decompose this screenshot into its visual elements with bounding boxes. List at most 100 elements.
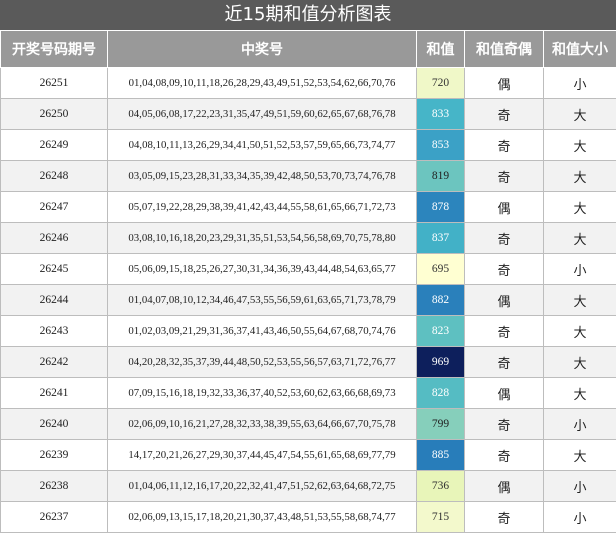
numbers-cell: 05,07,19,22,28,29,38,39,41,42,43,44,55,5… (108, 192, 417, 223)
issue-cell: 26246 (1, 223, 108, 254)
header-numbers: 中奖号 (108, 31, 417, 68)
sum-cell: 833 (417, 99, 465, 130)
issue-cell: 26251 (1, 68, 108, 99)
size-cell: 大 (544, 378, 616, 409)
sum-cell: 969 (417, 347, 465, 378)
table-row: 2625004,05,06,08,17,22,23,31,35,47,49,51… (1, 99, 616, 130)
size-cell: 大 (544, 347, 616, 378)
issue-cell: 26240 (1, 409, 108, 440)
parity-cell: 奇 (465, 440, 544, 471)
sum-cell: 837 (417, 223, 465, 254)
size-cell: 小 (544, 254, 616, 285)
table-row: 2625101,04,08,09,10,11,18,26,28,29,43,49… (1, 68, 616, 99)
size-cell: 大 (544, 130, 616, 161)
sum-cell: 720 (417, 68, 465, 99)
numbers-cell: 04,20,28,32,35,37,39,44,48,50,52,53,55,5… (108, 347, 417, 378)
parity-cell: 偶 (465, 192, 544, 223)
table-row: 2624002,06,09,10,16,21,27,28,32,33,38,39… (1, 409, 616, 440)
size-cell: 大 (544, 223, 616, 254)
numbers-cell: 07,09,15,16,18,19,32,33,36,37,40,52,53,6… (108, 378, 417, 409)
table-row: 2623914,17,20,21,26,27,29,30,37,44,45,47… (1, 440, 616, 471)
issue-cell: 26237 (1, 502, 108, 533)
sum-cell: 715 (417, 502, 465, 533)
size-cell: 大 (544, 440, 616, 471)
numbers-cell: 02,06,09,10,16,21,27,28,32,33,38,39,55,6… (108, 409, 417, 440)
table-row: 2624505,06,09,15,18,25,26,27,30,31,34,36… (1, 254, 616, 285)
size-cell: 大 (544, 316, 616, 347)
size-cell: 大 (544, 99, 616, 130)
size-cell: 大 (544, 161, 616, 192)
size-cell: 小 (544, 68, 616, 99)
chart-title: 近15期和值分析图表 (0, 0, 616, 30)
issue-cell: 26245 (1, 254, 108, 285)
parity-cell: 奇 (465, 502, 544, 533)
header-parity: 和值奇偶 (465, 31, 544, 68)
table-row: 2624904,08,10,11,13,26,29,34,41,50,51,52… (1, 130, 616, 161)
numbers-cell: 05,06,09,15,18,25,26,27,30,31,34,36,39,4… (108, 254, 417, 285)
table-row: 2624107,09,15,16,18,19,32,33,36,37,40,52… (1, 378, 616, 409)
sum-cell: 853 (417, 130, 465, 161)
table-body: 2625101,04,08,09,10,11,18,26,28,29,43,49… (1, 68, 616, 533)
parity-cell: 偶 (465, 471, 544, 502)
issue-cell: 26248 (1, 161, 108, 192)
parity-cell: 奇 (465, 316, 544, 347)
table-row: 2624705,07,19,22,28,29,38,39,41,42,43,44… (1, 192, 616, 223)
issue-cell: 26243 (1, 316, 108, 347)
issue-cell: 26250 (1, 99, 108, 130)
size-cell: 小 (544, 502, 616, 533)
sum-cell: 823 (417, 316, 465, 347)
parity-cell: 奇 (465, 99, 544, 130)
numbers-cell: 03,05,09,15,23,28,31,33,34,35,39,42,48,5… (108, 161, 417, 192)
table-row: 2624204,20,28,32,35,37,39,44,48,50,52,53… (1, 347, 616, 378)
sum-cell: 828 (417, 378, 465, 409)
issue-cell: 26241 (1, 378, 108, 409)
header-issue: 开奖号码期号 (1, 31, 108, 68)
table-row: 2624301,02,03,09,21,29,31,36,37,41,43,46… (1, 316, 616, 347)
header-sum: 和值 (417, 31, 465, 68)
sum-cell: 819 (417, 161, 465, 192)
parity-cell: 奇 (465, 347, 544, 378)
numbers-cell: 14,17,20,21,26,27,29,30,37,44,45,47,54,5… (108, 440, 417, 471)
sum-cell: 799 (417, 409, 465, 440)
sum-cell: 882 (417, 285, 465, 316)
table-row: 2623801,04,06,11,12,16,17,20,22,32,41,47… (1, 471, 616, 502)
sum-cell: 878 (417, 192, 465, 223)
size-cell: 大 (544, 192, 616, 223)
parity-cell: 奇 (465, 130, 544, 161)
parity-cell: 偶 (465, 285, 544, 316)
numbers-cell: 01,04,08,09,10,11,18,26,28,29,43,49,51,5… (108, 68, 417, 99)
numbers-cell: 02,06,09,13,15,17,18,20,21,30,37,43,48,5… (108, 502, 417, 533)
issue-cell: 26249 (1, 130, 108, 161)
issue-cell: 26247 (1, 192, 108, 223)
numbers-cell: 01,04,06,11,12,16,17,20,22,32,41,47,51,5… (108, 471, 417, 502)
parity-cell: 奇 (465, 409, 544, 440)
header-size: 和值大小 (544, 31, 616, 68)
parity-cell: 奇 (465, 223, 544, 254)
numbers-cell: 03,08,10,16,18,20,23,29,31,35,51,53,54,5… (108, 223, 417, 254)
numbers-cell: 01,02,03,09,21,29,31,36,37,41,43,46,50,5… (108, 316, 417, 347)
issue-cell: 26238 (1, 471, 108, 502)
sum-cell: 736 (417, 471, 465, 502)
parity-cell: 偶 (465, 378, 544, 409)
sum-cell: 885 (417, 440, 465, 471)
parity-cell: 奇 (465, 254, 544, 285)
parity-cell: 偶 (465, 68, 544, 99)
sum-cell: 695 (417, 254, 465, 285)
size-cell: 小 (544, 409, 616, 440)
numbers-cell: 01,04,07,08,10,12,34,46,47,53,55,56,59,6… (108, 285, 417, 316)
table-row: 2624401,04,07,08,10,12,34,46,47,53,55,56… (1, 285, 616, 316)
numbers-cell: 04,08,10,11,13,26,29,34,41,50,51,52,53,5… (108, 130, 417, 161)
table-row: 2623702,06,09,13,15,17,18,20,21,30,37,43… (1, 502, 616, 533)
numbers-cell: 04,05,06,08,17,22,23,31,35,47,49,51,59,6… (108, 99, 417, 130)
sum-analysis-table: 开奖号码期号 中奖号 和值 和值奇偶 和值大小 2625101,04,08,09… (0, 30, 616, 533)
issue-cell: 26244 (1, 285, 108, 316)
parity-cell: 奇 (465, 161, 544, 192)
size-cell: 小 (544, 471, 616, 502)
size-cell: 大 (544, 285, 616, 316)
issue-cell: 26239 (1, 440, 108, 471)
table-row: 2624803,05,09,15,23,28,31,33,34,35,39,42… (1, 161, 616, 192)
table-header-row: 开奖号码期号 中奖号 和值 和值奇偶 和值大小 (1, 31, 616, 68)
lottery-sum-chart: 近15期和值分析图表 开奖号码期号 中奖号 和值 和值奇偶 和值大小 26251… (0, 0, 616, 532)
table-row: 2624603,08,10,16,18,20,23,29,31,35,51,53… (1, 223, 616, 254)
issue-cell: 26242 (1, 347, 108, 378)
